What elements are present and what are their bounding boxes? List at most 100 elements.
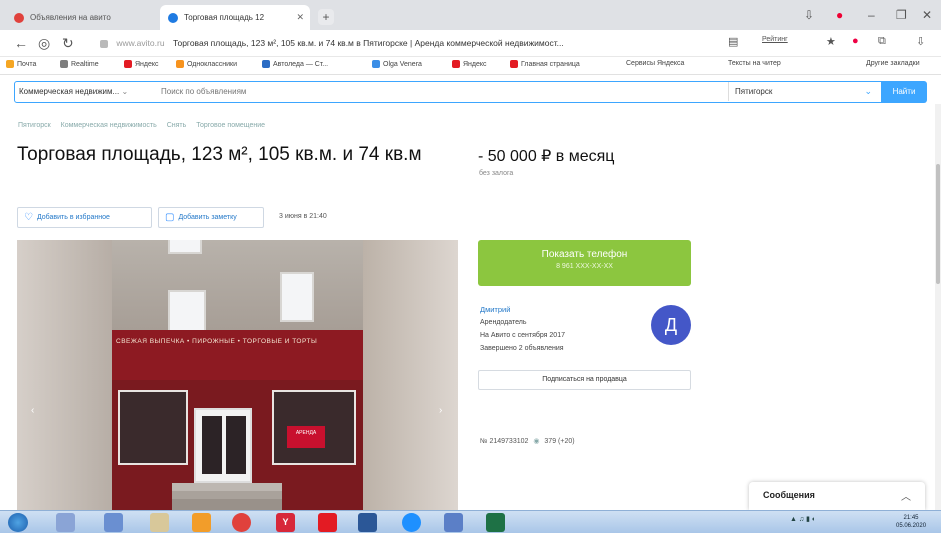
tab-close-icon[interactable]: ✕ bbox=[296, 12, 304, 23]
chevron-up-icon[interactable]: ︿ bbox=[901, 488, 911, 503]
chevron-down-icon: ⌄ bbox=[864, 86, 872, 96]
extension-icon[interactable]: ● bbox=[852, 35, 859, 47]
taskbar-app-icon[interactable] bbox=[402, 513, 421, 532]
bookmark-icon bbox=[6, 60, 14, 68]
tab-inactive[interactable]: Объявления на авито bbox=[6, 5, 156, 30]
bookmark-item[interactable]: Тексты на читер bbox=[728, 60, 781, 67]
bookmark-item[interactable]: Яндекс bbox=[124, 60, 159, 68]
shop-sign: СВЕЖАЯ ВЫПЕЧКА • ПИРОЖНЫЕ • ТОРГОВЫЕ И Т… bbox=[112, 330, 363, 380]
tab-active[interactable]: Торговая площадь 12 ✕ bbox=[160, 5, 310, 30]
yandex-browser-icon[interactable]: Y bbox=[276, 513, 295, 532]
bookmark-item[interactable]: Другие закладки bbox=[866, 60, 920, 67]
shop-window bbox=[118, 390, 188, 465]
back-icon[interactable]: ← bbox=[14, 35, 28, 51]
deposit-note: без залога bbox=[479, 170, 514, 177]
tab-favicon-icon bbox=[168, 12, 178, 23]
address-bar[interactable]: www.avito.ru Торговая площадь, 123 м², 1… bbox=[100, 34, 710, 53]
category-select[interactable]: Коммерческая недвижим... ⌄ bbox=[19, 82, 159, 101]
avatar[interactable]: Д bbox=[651, 305, 691, 345]
close-window-icon[interactable]: ✕ bbox=[922, 8, 932, 22]
taskbar-app-icon[interactable] bbox=[318, 513, 337, 532]
bookmark-icon bbox=[372, 60, 380, 68]
city-select[interactable]: Пятигорск ⌄ bbox=[728, 82, 878, 101]
find-button[interactable]: Найти bbox=[881, 80, 927, 103]
bookmark-item[interactable]: Realtime bbox=[60, 60, 99, 68]
excel-icon[interactable] bbox=[486, 513, 505, 532]
clock-time: 21:45 bbox=[903, 515, 919, 521]
show-phone-button[interactable]: Показать телефон 8 961 XXX-XX-XX bbox=[478, 240, 691, 286]
seller-completed: Завершено 2 объявления bbox=[480, 345, 564, 352]
os-taskbar: Y ▲ ♫ ▮ ◐ 21:45 05.06.2020 bbox=[0, 510, 941, 533]
bookmark-star-icon[interactable]: ★ bbox=[826, 35, 836, 48]
collections-icon[interactable]: ⧉ bbox=[878, 35, 886, 48]
bookmarks-bar: Почта Realtime Яндекс Одноклассники Авто… bbox=[0, 57, 941, 75]
messages-widget[interactable]: Сообщения ︿ bbox=[749, 482, 925, 510]
taskbar-app-icon[interactable] bbox=[150, 513, 169, 532]
taskbar-app-icon[interactable] bbox=[192, 513, 211, 532]
building-wall bbox=[112, 240, 363, 335]
restore-icon[interactable]: ❐ bbox=[896, 8, 907, 22]
taskbar-clock[interactable]: 21:45 05.06.2020 bbox=[896, 514, 926, 530]
window-poster: АРЕНДА bbox=[287, 426, 325, 448]
profile-label[interactable]: Рейтинг bbox=[762, 36, 788, 43]
seller-name[interactable]: Дмитрий bbox=[480, 305, 510, 314]
gallery-blur-right bbox=[363, 240, 458, 510]
minimize-icon[interactable]: – bbox=[868, 8, 875, 22]
subscribe-seller-button[interactable]: Подписаться на продавца bbox=[478, 370, 691, 390]
phone-masked: 8 961 XXX-XX-XX bbox=[556, 263, 613, 270]
tab-label: Объявления на авито bbox=[30, 13, 111, 22]
seller-since: На Авито с сентября 2017 bbox=[480, 332, 565, 339]
breadcrumb-item[interactable]: Торговое помещение bbox=[196, 122, 265, 129]
address-host: www.avito.ru bbox=[116, 38, 165, 48]
bookmark-item[interactable]: Olga Venera bbox=[372, 60, 422, 68]
gallery-blur-left bbox=[17, 240, 112, 510]
gallery-prev-icon[interactable]: ‹ bbox=[31, 405, 34, 416]
page-scrollbar[interactable] bbox=[935, 104, 941, 510]
download-icon[interactable]: ⇩ bbox=[916, 35, 925, 48]
chevron-down-icon: ⌄ bbox=[121, 87, 129, 96]
gallery-next-icon[interactable]: › bbox=[439, 405, 442, 416]
address-title: Торговая площадь, 123 м², 105 кв.м. и 74… bbox=[172, 38, 564, 48]
reader-icon[interactable]: ▤ bbox=[728, 35, 738, 48]
posted-date: 3 июня в 21:40 bbox=[279, 213, 327, 220]
scrollbar-thumb[interactable] bbox=[936, 164, 940, 284]
bookmark-item[interactable]: Автоледа — Ст... bbox=[262, 60, 328, 68]
start-button[interactable] bbox=[8, 513, 28, 532]
photo-gallery[interactable]: СВЕЖАЯ ВЫПЕЧКА • ПИРОЖНЫЕ • ТОРГОВЫЕ И Т… bbox=[17, 240, 458, 510]
bookmark-item[interactable]: Одноклассники bbox=[176, 60, 237, 68]
taskbar-app-icon[interactable] bbox=[444, 513, 463, 532]
bookmark-item[interactable]: Яндекс bbox=[452, 60, 487, 68]
bookmark-icon bbox=[176, 60, 184, 68]
heart-icon: ♡ bbox=[24, 212, 33, 223]
yandex-home-icon[interactable]: ◎ bbox=[38, 35, 50, 52]
breadcrumb-item[interactable]: Снять bbox=[167, 122, 187, 129]
bookmark-item[interactable]: Сервисы Яндекса bbox=[626, 60, 684, 67]
bookmark-icon bbox=[452, 60, 460, 68]
breadcrumb-item[interactable]: Коммерческая недвижимость bbox=[61, 122, 157, 129]
taskbar-app-icon[interactable] bbox=[358, 513, 377, 532]
breadcrumb-item[interactable]: Пятигорск bbox=[18, 122, 51, 129]
bookmark-icon bbox=[510, 60, 518, 68]
bookmark-icon bbox=[60, 60, 68, 68]
taskbar-app-icon[interactable] bbox=[232, 513, 251, 532]
add-to-favorites-button[interactable]: ♡ Добавить в избранное bbox=[17, 207, 152, 228]
shop-door bbox=[194, 408, 252, 483]
clock-date: 05.06.2020 bbox=[896, 523, 927, 529]
eye-icon: ◉ bbox=[533, 438, 540, 445]
downloads-icon[interactable]: ⇩ bbox=[804, 8, 814, 22]
tab-favicon-icon bbox=[14, 12, 24, 23]
system-tray[interactable]: ▲ ♫ ▮ ◐ bbox=[790, 515, 816, 523]
alerts-icon[interactable]: ● bbox=[836, 8, 843, 22]
bookmark-item[interactable]: Почта bbox=[6, 60, 36, 68]
listing-photo: СВЕЖАЯ ВЫПЕЧКА • ПИРОЖНЫЕ • ТОРГОВЫЕ И Т… bbox=[112, 240, 363, 510]
add-note-button[interactable]: ▢ Добавить заметку bbox=[158, 207, 264, 228]
listing-title: Торговая площадь, 123 м², 105 кв.м. и 74… bbox=[17, 144, 422, 165]
search-input[interactable] bbox=[161, 84, 721, 99]
reload-icon[interactable]: ↻ bbox=[62, 35, 74, 52]
lock-icon bbox=[100, 39, 108, 48]
taskbar-app-icon[interactable] bbox=[104, 513, 123, 532]
new-tab-button[interactable]: + bbox=[318, 9, 334, 25]
taskbar-app-icon[interactable] bbox=[56, 513, 75, 532]
tab-label: Торговая площадь 12 bbox=[184, 13, 265, 22]
bookmark-item[interactable]: Главная страница bbox=[510, 60, 580, 68]
